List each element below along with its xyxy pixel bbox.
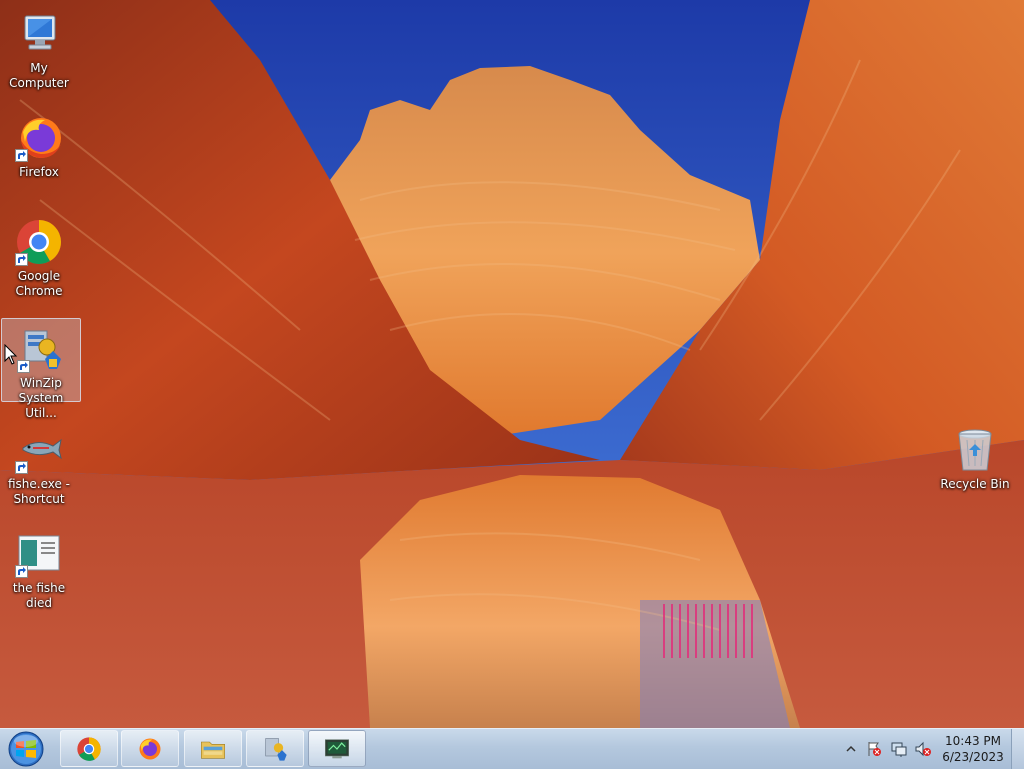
taskbar-windows-explorer[interactable] [184, 730, 242, 767]
desktop-icon-label: Recycle Bin [940, 477, 1010, 491]
desktop-icon-label: My Computer [9, 61, 69, 90]
desktop-icon-google-chrome[interactable]: Google Chrome [0, 212, 78, 299]
shortcut-arrow-icon [15, 253, 28, 266]
volume-muted-icon[interactable] [915, 741, 931, 757]
taskbar-fishe[interactable] [308, 730, 366, 767]
desktop-wallpaper [0, 0, 1024, 728]
recycle-bin-icon [951, 426, 999, 474]
desktop-icon-label: Firefox [19, 165, 59, 179]
action-center-flag-icon[interactable] [866, 741, 882, 757]
desktop-icon-label: the fishe died [12, 581, 66, 610]
taskbar-winzip-system-utilities[interactable] [246, 730, 304, 767]
mouse-cursor-icon [4, 344, 18, 365]
clock-date: 6/23/2023 [942, 750, 1004, 764]
desktop-icon-label: WinZip System Util... [18, 376, 64, 420]
monitor-icon [325, 739, 349, 759]
document-icon [15, 530, 63, 578]
taskbar-chrome[interactable] [60, 730, 118, 767]
shortcut-arrow-icon [17, 360, 30, 373]
firefox-icon [15, 114, 63, 162]
firefox-icon [139, 738, 161, 760]
network-icon[interactable] [891, 741, 907, 757]
fish-icon [15, 426, 63, 474]
folder-icon [201, 741, 225, 759]
start-button[interactable] [4, 730, 48, 768]
clock-time: 10:43 PM [945, 734, 1001, 748]
chrome-icon [77, 737, 101, 761]
show-desktop-button[interactable] [1011, 729, 1024, 769]
desktop-icon-label: fishe.exe - Shortcut [7, 477, 71, 506]
desktop-icon-label: Google Chrome [15, 269, 63, 298]
shortcut-arrow-icon [15, 565, 28, 578]
shortcut-arrow-icon [15, 149, 28, 162]
my-computer-icon [15, 10, 63, 58]
winzip-icon [17, 325, 65, 373]
desktop-icon-my-computer[interactable]: My Computer [0, 4, 78, 91]
show-hidden-icons-arrow[interactable] [845, 741, 861, 757]
taskbar: 10:43 PM 6/23/2023 [0, 728, 1024, 769]
pink-glitch-bars [663, 604, 753, 658]
desktop-icon-recycle-bin[interactable]: Recycle Bin [936, 420, 1014, 492]
wallpaper-rock-landscape [0, 0, 1024, 728]
winzip-icon [265, 738, 287, 761]
taskbar-firefox[interactable] [121, 730, 179, 767]
desktop-icon-the-fishe-died[interactable]: the fishe died [0, 524, 78, 611]
taskbar-clock[interactable]: 10:43 PM 6/23/2023 [940, 733, 1006, 765]
desktop-icon-fishe-shortcut[interactable]: fishe.exe - Shortcut [0, 420, 78, 507]
windows-orb-icon [8, 731, 44, 767]
desktop-icon-firefox[interactable]: Firefox [0, 108, 78, 180]
chrome-icon [15, 218, 63, 266]
shortcut-arrow-icon [15, 461, 28, 474]
